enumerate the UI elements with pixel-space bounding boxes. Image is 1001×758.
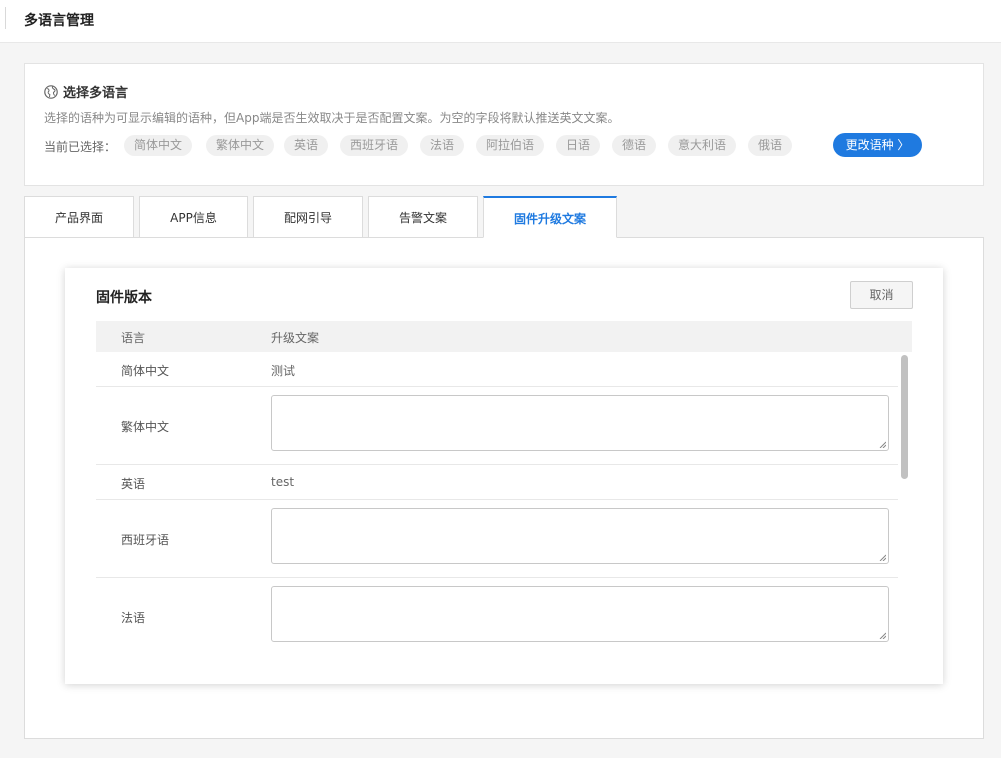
row-language: 法语 xyxy=(121,611,146,625)
row-text-value: test xyxy=(271,475,295,489)
row-language: 英语 xyxy=(121,477,146,491)
tab-product-ui[interactable]: 产品界面 xyxy=(24,196,134,238)
resize-grip-icon[interactable] xyxy=(879,554,886,561)
column-header-upgrade-text: 升级文案 xyxy=(271,331,320,345)
upgrade-text-textarea[interactable] xyxy=(271,395,889,451)
row-language: 简体中文 xyxy=(121,364,170,378)
language-card-title: 选择多语言 xyxy=(63,86,129,101)
row-language: 繁体中文 xyxy=(121,420,170,434)
language-chip: 日语 xyxy=(556,135,601,156)
selected-languages-label: 当前已选择： xyxy=(44,140,117,154)
row-language: 西班牙语 xyxy=(121,533,170,547)
top-bar: 多语言管理 xyxy=(0,0,1001,43)
scrollbar-thumb[interactable] xyxy=(901,355,908,479)
tab-firmware-upgrade-text[interactable]: 固件升级文案 xyxy=(483,196,617,238)
language-chip: 英语 xyxy=(284,135,329,156)
table-row: 繁体中文 xyxy=(96,387,898,465)
table-row: 法语 xyxy=(96,578,898,651)
tab-app-info[interactable]: APP信息 xyxy=(139,196,248,238)
resize-grip-icon[interactable] xyxy=(879,632,886,639)
upgrade-text-textarea[interactable] xyxy=(271,508,889,564)
language-card-header: 选择多语言 xyxy=(44,82,128,101)
language-chip: 西班牙语 xyxy=(340,135,409,156)
change-language-button[interactable]: 更改语种 〉 xyxy=(833,133,922,157)
language-chip: 法语 xyxy=(420,135,465,156)
dialog-title: 固件版本 xyxy=(96,290,152,306)
language-chip: 意大利语 xyxy=(668,135,737,156)
language-chip: 俄语 xyxy=(748,135,793,156)
table-body: 简体中文 测试 繁体中文 英语 test 西班牙语 法语 xyxy=(96,353,898,651)
language-chip: 简体中文 xyxy=(124,135,193,156)
language-chip: 德语 xyxy=(612,135,657,156)
language-selection-card: 选择多语言 选择的语种为可显示编辑的语种，但App端是否生效取决于是否配置文案。… xyxy=(24,63,984,186)
table-row: 西班牙语 xyxy=(96,500,898,578)
tab-alarm-text[interactable]: 告警文案 xyxy=(368,196,478,238)
table-scrollbar[interactable] xyxy=(900,353,910,651)
firmware-version-dialog: 固件版本 取消 语言 升级文案 简体中文 测试 繁体中文 英语 test 西班牙… xyxy=(65,268,943,684)
table-row: 简体中文 测试 xyxy=(96,353,898,387)
table-row: 英语 test xyxy=(96,465,898,500)
upgrade-text-textarea[interactable] xyxy=(271,586,889,642)
page-title: 多语言管理 xyxy=(24,13,94,29)
globe-icon xyxy=(44,84,58,99)
header-divider xyxy=(5,7,6,29)
row-text-value: 测试 xyxy=(271,364,296,378)
table-header: 语言 升级文案 xyxy=(96,321,912,352)
resize-grip-icon[interactable] xyxy=(879,441,886,448)
column-header-language: 语言 xyxy=(121,331,146,345)
cancel-button[interactable]: 取消 xyxy=(850,281,913,309)
language-chip: 阿拉伯语 xyxy=(476,135,545,156)
language-card-description: 选择的语种为可显示编辑的语种，但App端是否生效取决于是否配置文案。为空的字段将… xyxy=(44,111,620,125)
tab-network-guide[interactable]: 配网引导 xyxy=(253,196,363,238)
language-chip: 繁体中文 xyxy=(206,135,275,156)
